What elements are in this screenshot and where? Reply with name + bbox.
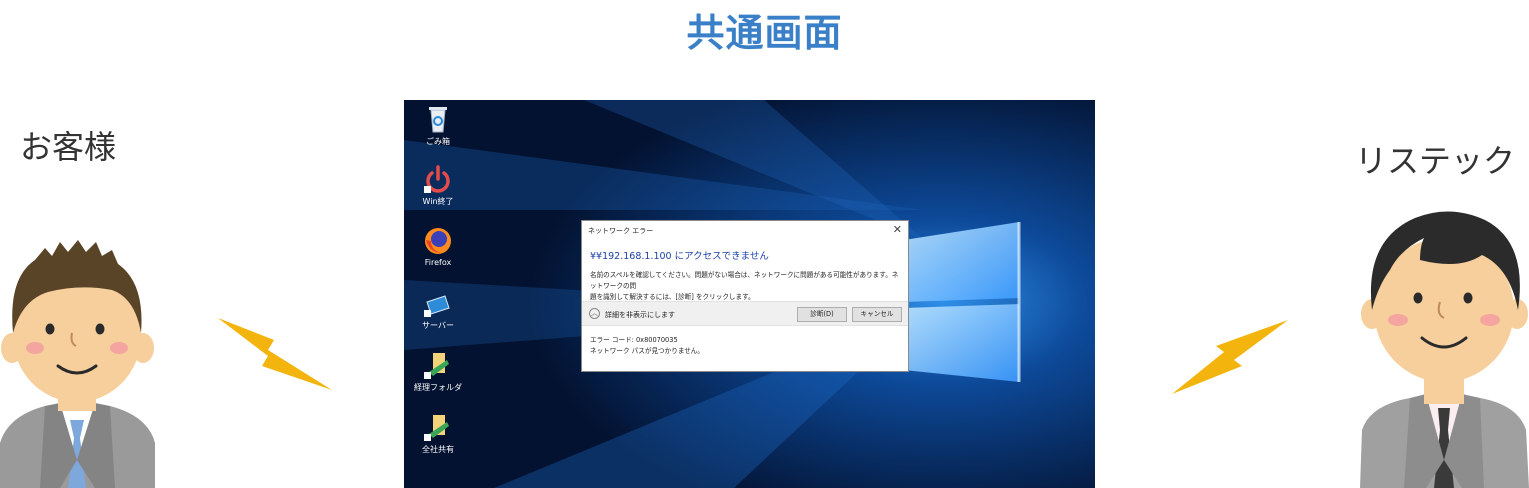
folder-shortcut-icon: [424, 353, 449, 379]
dialog-heading: ¥¥192.168.1.100 にアクセスできません: [590, 251, 769, 262]
desktop-screen: ごみ箱 Win終了 Firefox サーバー 経理フォルダ 全社共有 ネットワー…: [404, 100, 1095, 488]
error-message: ネットワーク パスが見つかりません。: [590, 347, 704, 355]
cancel-button[interactable]: キャンセル: [852, 307, 902, 322]
dialog-message: 名前のスペルを確認してください。問題がない場合は、ネットワークに問題がある可能性…: [590, 270, 902, 303]
desktop-icon-label: 全社共有: [422, 445, 454, 454]
dialog-titlebar: ネットワーク エラー ✕: [582, 221, 908, 239]
desktop-icon-label: Firefox: [424, 258, 452, 267]
lightning-bolt-right-icon: [1172, 320, 1288, 394]
dialog-title: ネットワーク エラー: [588, 227, 654, 235]
desktop-icon-label: サーバー: [422, 321, 454, 330]
customer-label: お客様: [20, 128, 117, 166]
desktop-icon-recycle-bin[interactable]: ごみ箱: [412, 104, 464, 147]
folder-shortcut-icon: [424, 415, 449, 441]
desktop-icon-label: 経理フォルダ: [414, 383, 462, 392]
error-code: エラー コード: 0x80070035: [590, 336, 678, 344]
dialog-message-line: 名前のスペルを確認してください。問題がない場合は、ネットワークに問題がある可能性…: [590, 271, 899, 290]
ristec-illustration: [1360, 211, 1529, 488]
desktop-icon-server[interactable]: サーバー: [412, 288, 464, 331]
customer-illustration: [0, 240, 155, 488]
firefox-icon: [425, 228, 451, 254]
ristec-label: リステック: [1355, 142, 1516, 180]
power-icon: [424, 165, 450, 193]
recycle-bin-icon: [429, 107, 447, 133]
lightning-bolt-left-icon: [218, 318, 332, 390]
desktop-icon-accounting-folder[interactable]: 経理フォルダ: [412, 350, 464, 393]
desktop-icon-company-share[interactable]: 全社共有: [412, 412, 464, 455]
network-error-dialog: ネットワーク エラー ✕ ¥¥192.168.1.100 にアクセスできません …: [581, 220, 909, 372]
page-title: 共通画面: [686, 11, 843, 55]
dialog-button-strip: ︿ 詳細を非表示にします 診断(D) キャンセル: [582, 301, 908, 326]
server-shortcut-icon: [424, 295, 450, 317]
chevron-up-icon[interactable]: ︿: [589, 308, 600, 319]
desktop-icon-label: Win終了: [422, 197, 454, 206]
diagnose-button[interactable]: 診断(D): [797, 307, 847, 322]
error-details: エラー コード: 0x80070035 ネットワーク パスが見つかりません。: [590, 335, 704, 357]
desktop-icon-firefox[interactable]: Firefox: [412, 226, 464, 267]
desktop-icon-label: ごみ箱: [426, 137, 450, 146]
close-icon[interactable]: ✕: [893, 223, 902, 236]
desktop-icon-win-shutdown[interactable]: Win終了: [412, 164, 464, 207]
hide-details-toggle[interactable]: 詳細を非表示にします: [605, 310, 675, 320]
